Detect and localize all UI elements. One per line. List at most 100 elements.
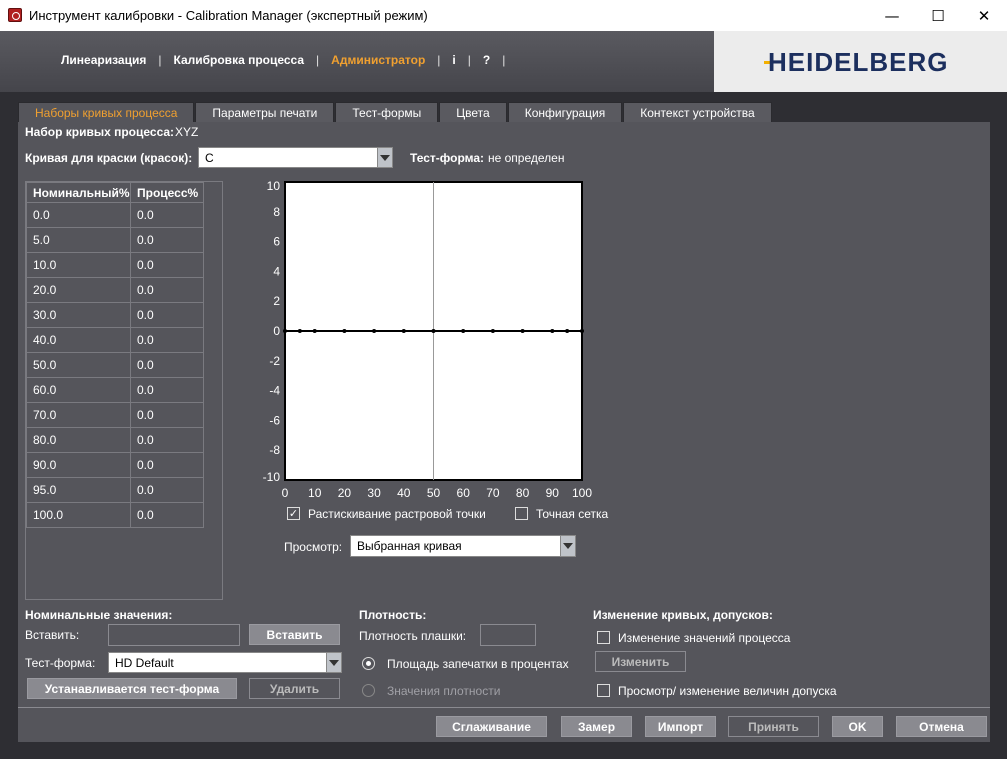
table-row[interactable]: 50.0 0.0 — [26, 352, 204, 378]
nominal-cell[interactable]: 20.0 — [26, 277, 131, 303]
ink-curve-label: Кривая для краски (красок): — [25, 151, 193, 165]
chevron-down-icon[interactable] — [326, 653, 341, 672]
minimize-button[interactable]: — — [869, 0, 915, 31]
y-tick-label: 6 — [273, 235, 280, 249]
ok-button[interactable]: OK — [832, 716, 883, 737]
process-cell[interactable]: 0.0 — [130, 427, 204, 453]
nominal-cell[interactable]: 40.0 — [26, 327, 131, 353]
table-row[interactable]: 0.0 0.0 — [26, 202, 204, 228]
nominal-cell[interactable]: 5.0 — [26, 227, 131, 253]
tolerance-checkbox[interactable] — [597, 684, 610, 697]
table-row[interactable]: 10.0 0.0 — [26, 252, 204, 278]
table-row[interactable]: 70.0 0.0 — [26, 402, 204, 428]
y-tick-label: 8 — [273, 205, 280, 219]
insert-button[interactable]: Вставить — [249, 624, 340, 645]
table-row[interactable]: 80.0 0.0 — [26, 427, 204, 453]
tab-device-context[interactable]: Контекст устройства — [623, 102, 772, 122]
curve-chart[interactable]: 1086420-2-4-6-8-100 10 20 30 40 50 60 70 80 90 100 — [250, 178, 620, 503]
view-select[interactable]: Выбранная кривая — [350, 535, 576, 557]
nominal-cell[interactable]: 0.0 — [26, 202, 131, 228]
nav-help[interactable]: ? — [471, 53, 502, 67]
x-tick-label: 100 — [572, 486, 592, 500]
table-row[interactable]: 20.0 0.0 — [26, 277, 204, 303]
tab-print-parameters[interactable]: Параметры печати — [195, 102, 335, 122]
x-tick-label: 10 — [308, 486, 322, 500]
dot-gain-checkbox[interactable]: ✓ — [287, 507, 300, 520]
process-cell[interactable]: 0.0 — [130, 377, 204, 403]
process-cell[interactable]: 0.0 — [130, 402, 204, 428]
nominal-cell[interactable]: 100.0 — [26, 502, 131, 528]
window-title: Инструмент калибровки - Calibration Mana… — [29, 8, 428, 23]
nav-info[interactable]: i — [440, 53, 467, 67]
chevron-down-icon[interactable] — [377, 148, 392, 167]
cancel-button[interactable]: Отмена — [896, 716, 987, 737]
insert-input[interactable] — [108, 624, 240, 646]
nominal-cell[interactable]: 90.0 — [26, 452, 131, 478]
nominal-cell[interactable]: 30.0 — [26, 302, 131, 328]
tab-test-forms[interactable]: Тест-формы — [335, 102, 439, 122]
table-row[interactable]: 100.0 0.0 — [26, 502, 204, 528]
table-row[interactable]: 40.0 0.0 — [26, 327, 204, 353]
change-button[interactable]: Изменить — [595, 651, 686, 672]
process-cell[interactable]: 0.0 — [130, 502, 204, 528]
delete-button[interactable]: Удалить — [249, 678, 340, 699]
view-label: Просмотр: — [284, 540, 343, 554]
fine-grid-checkbox[interactable] — [515, 507, 528, 520]
footer-divider — [18, 707, 990, 708]
nominal-cell[interactable]: 60.0 — [26, 377, 131, 403]
nominal-cell[interactable]: 80.0 — [26, 427, 131, 453]
tab-configuration[interactable]: Конфигурация — [507, 102, 623, 122]
set-testform-button[interactable]: Устанавливается тест-форма — [27, 678, 237, 699]
process-cell[interactable]: 0.0 — [130, 452, 204, 478]
tab-colors[interactable]: Цвета — [439, 102, 507, 122]
table-row[interactable]: 30.0 0.0 — [26, 302, 204, 328]
smoothing-button[interactable]: Сглаживание — [436, 716, 547, 737]
process-values-checkbox[interactable] — [597, 631, 610, 644]
nav-process-calibration[interactable]: Калибровка процесса — [161, 53, 316, 67]
nav-separator: | — [502, 53, 506, 67]
x-tick-label: 50 — [427, 486, 441, 500]
nav-administrator[interactable]: Администратор — [319, 53, 437, 67]
column-header-process: Процесс% — [130, 182, 204, 203]
solid-density-input[interactable] — [480, 624, 536, 646]
process-cell[interactable]: 0.0 — [130, 477, 204, 503]
close-button[interactable]: ✕ — [961, 0, 1007, 31]
accept-button[interactable]: Принять — [728, 716, 819, 737]
values-table: Номинальный% Процесс% 0.0 0.0 5.0 0.0 10.0 0.… — [26, 182, 204, 528]
process-cell[interactable]: 0.0 — [130, 252, 204, 278]
fine-grid-label: Точная сетка — [536, 507, 609, 521]
maximize-button[interactable]: ☐ — [915, 0, 961, 31]
changes-heading: Изменение кривых, допусков: — [593, 608, 773, 622]
nominal-cell[interactable]: 50.0 — [26, 352, 131, 378]
x-tick-label: 80 — [516, 486, 530, 500]
nominal-cell[interactable]: 70.0 — [26, 402, 131, 428]
nav-linearization[interactable]: Линеаризация — [49, 53, 158, 67]
process-cell[interactable]: 0.0 — [130, 277, 204, 303]
process-cell[interactable]: 0.0 — [130, 302, 204, 328]
table-row[interactable]: 95.0 0.0 — [26, 477, 204, 503]
import-button[interactable]: Импорт — [645, 716, 716, 737]
density-heading: Плотность: — [359, 608, 427, 622]
testform-select[interactable]: HD Default — [108, 652, 342, 673]
nominal-cell[interactable]: 95.0 — [26, 477, 131, 503]
curve-point — [580, 329, 584, 333]
ink-curve-select[interactable]: C — [198, 147, 393, 168]
testform-select-label: Тест-форма: — [25, 656, 96, 670]
process-cell[interactable]: 0.0 — [130, 202, 204, 228]
tab-process-curve-sets[interactable]: Наборы кривых процесса — [18, 102, 195, 122]
process-cell[interactable]: 0.0 — [130, 327, 204, 353]
density-values-radio[interactable] — [362, 684, 375, 697]
measure-button[interactable]: Замер — [561, 716, 632, 737]
chevron-down-icon[interactable] — [560, 536, 575, 556]
x-tick-label: 30 — [367, 486, 381, 500]
nominal-cell[interactable]: 10.0 — [26, 252, 131, 278]
y-tick-label: -2 — [269, 354, 280, 368]
table-row[interactable]: 5.0 0.0 — [26, 227, 204, 253]
table-row[interactable]: 90.0 0.0 — [26, 452, 204, 478]
table-row[interactable]: 60.0 0.0 — [26, 377, 204, 403]
process-cell[interactable]: 0.0 — [130, 227, 204, 253]
process-cell[interactable]: 0.0 — [130, 352, 204, 378]
area-coverage-radio[interactable] — [362, 657, 375, 670]
y-tick-label: -10 — [263, 470, 281, 484]
curve-point — [461, 329, 466, 333]
